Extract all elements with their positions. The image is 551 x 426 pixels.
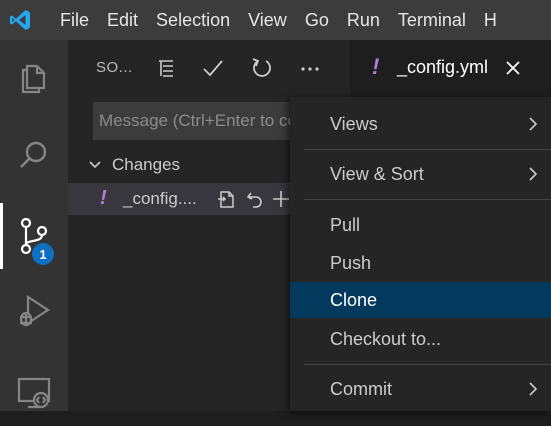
tab-label: _config.yml	[397, 57, 489, 77]
refresh-icon[interactable]	[250, 56, 274, 80]
menu-run[interactable]: Run	[338, 0, 389, 40]
menu-selection[interactable]: Selection	[147, 0, 239, 40]
menu-item-clone[interactable]: Clone	[290, 282, 551, 318]
menu-separator	[304, 199, 551, 200]
menu-item-label: Push	[330, 252, 372, 273]
menu-terminal[interactable]: Terminal	[389, 0, 475, 40]
chevron-right-icon	[529, 167, 538, 181]
chevron-right-icon	[529, 382, 538, 396]
menu-item-commit[interactable]: Commit	[290, 371, 551, 407]
open-file-icon[interactable]	[215, 188, 237, 210]
menu-go[interactable]: Go	[296, 0, 338, 40]
context-menu: Views View & Sort Pull Push Clone Checko…	[290, 97, 551, 411]
menu-item-label: Checkout to...	[330, 328, 442, 349]
menu-item-label: Pull	[330, 214, 361, 235]
vscode-logo-icon	[0, 0, 40, 40]
menu-item-label: Clone	[330, 289, 378, 310]
changes-label: Changes	[112, 155, 181, 174]
search-icon[interactable]	[0, 122, 68, 188]
menu-item-view-and-sort[interactable]: View & Sort	[290, 156, 551, 192]
stage-changes-icon[interactable]	[270, 188, 292, 210]
menu-item-push[interactable]: Push	[290, 245, 551, 281]
close-icon[interactable]	[503, 58, 523, 78]
menu-view[interactable]: View	[239, 0, 296, 40]
menu-help[interactable]: H	[475, 0, 506, 40]
title-bar: File Edit Selection View Go Run Terminal…	[0, 0, 551, 40]
source-control-badge: 1	[32, 243, 54, 265]
yaml-file-icon: !	[372, 54, 380, 79]
menu-item-label: Views	[330, 113, 378, 134]
chevron-down-icon	[88, 158, 102, 177]
more-actions-icon[interactable]	[298, 56, 322, 80]
menu-separator	[304, 364, 551, 365]
run-debug-icon[interactable]	[0, 278, 68, 344]
sidebar-title: SO...	[96, 59, 133, 76]
activity-bar: 1	[0, 40, 68, 411]
commit-check-icon[interactable]	[201, 56, 225, 80]
chevron-right-icon	[529, 117, 538, 131]
changed-file-name: _config....	[123, 189, 197, 208]
editor-tab-strip: ! _config.yml	[350, 40, 551, 96]
menu-bar: File Edit Selection View Go Run Terminal…	[40, 0, 506, 40]
source-control-icon[interactable]: 1	[0, 203, 68, 269]
yaml-file-icon: !	[100, 187, 107, 209]
discard-changes-icon[interactable]	[244, 188, 266, 210]
menu-file[interactable]: File	[40, 0, 98, 40]
menu-item-checkout[interactable]: Checkout to...	[290, 321, 551, 357]
explorer-icon[interactable]	[0, 44, 68, 110]
menu-item-label: View & Sort	[330, 163, 424, 184]
menu-edit[interactable]: Edit	[98, 0, 147, 40]
view-as-tree-icon[interactable]	[154, 56, 178, 80]
remote-explorer-icon[interactable]	[0, 360, 68, 426]
sidebar-header: SO...	[68, 40, 350, 96]
editor-tab[interactable]: ! _config.yml	[350, 40, 551, 96]
menu-item-pull[interactable]: Pull	[290, 207, 551, 243]
menu-separator	[304, 149, 551, 150]
menu-item-views[interactable]: Views	[290, 106, 551, 142]
menu-item-label: Commit	[330, 378, 392, 399]
